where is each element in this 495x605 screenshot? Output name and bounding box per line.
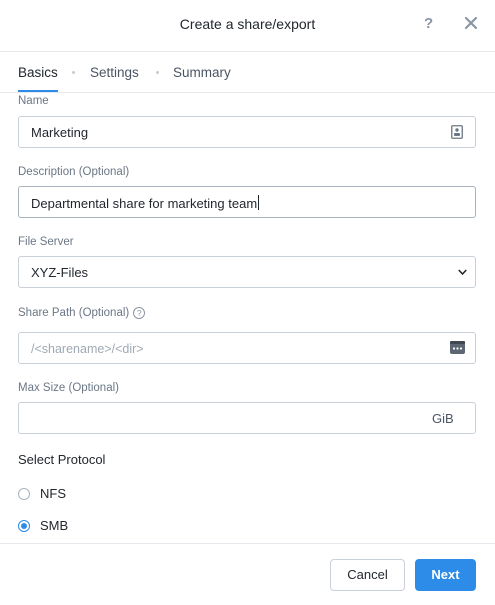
ellipsis-icon[interactable] [450, 341, 465, 354]
share-path-help-icon[interactable]: ? [133, 307, 146, 319]
description-label: Description (Optional) [18, 166, 130, 178]
max-size-input[interactable]: GiB [18, 402, 476, 434]
active-tab-indicator [18, 90, 58, 92]
cancel-button[interactable]: Cancel [330, 559, 405, 591]
max-size-unit: GiB [432, 411, 454, 426]
share-path-label: Share Path (Optional)? [18, 307, 146, 319]
description-input[interactable]: Departmental share for marketing team [18, 186, 476, 218]
share-path-placeholder: /<sharename>/<dir> [31, 342, 144, 356]
file-server-value: XYZ-Files [31, 265, 89, 280]
contact-card-icon[interactable] [451, 125, 463, 139]
tab-separator [72, 71, 75, 74]
file-server-label: File Server [18, 236, 74, 248]
tab-bar: Basics Settings Summary [0, 52, 495, 93]
name-input[interactable]: Marketing [18, 116, 476, 148]
tab-basics[interactable]: Basics [18, 65, 58, 80]
description-value: Departmental share for marketing team [31, 195, 260, 211]
smb-radio[interactable] [18, 520, 30, 532]
name-label: Name [18, 95, 49, 107]
close-icon[interactable] [463, 15, 479, 31]
next-button[interactable]: Next [415, 559, 476, 591]
tab-separator [156, 71, 159, 74]
tab-settings[interactable]: Settings [90, 65, 139, 80]
nfs-label: NFS [40, 486, 66, 501]
help-button[interactable]: ? [424, 15, 433, 32]
share-path-input[interactable]: /<sharename>/<dir> [18, 332, 476, 364]
dialog-title: Create a share/export [179, 16, 316, 32]
chevron-down-icon [458, 269, 467, 276]
name-value: Marketing [31, 125, 89, 140]
text-cursor [258, 195, 260, 210]
nfs-radio[interactable] [18, 488, 30, 500]
dialog-footer: Cancel Next [0, 543, 495, 605]
tab-summary[interactable]: Summary [173, 65, 231, 80]
smb-label: SMB [40, 518, 69, 533]
file-server-select[interactable]: XYZ-Files [18, 256, 476, 288]
select-protocol-title: Select Protocol [18, 452, 106, 467]
max-size-label: Max Size (Optional) [18, 382, 119, 394]
dialog-header: Create a share/export ? [0, 0, 495, 52]
